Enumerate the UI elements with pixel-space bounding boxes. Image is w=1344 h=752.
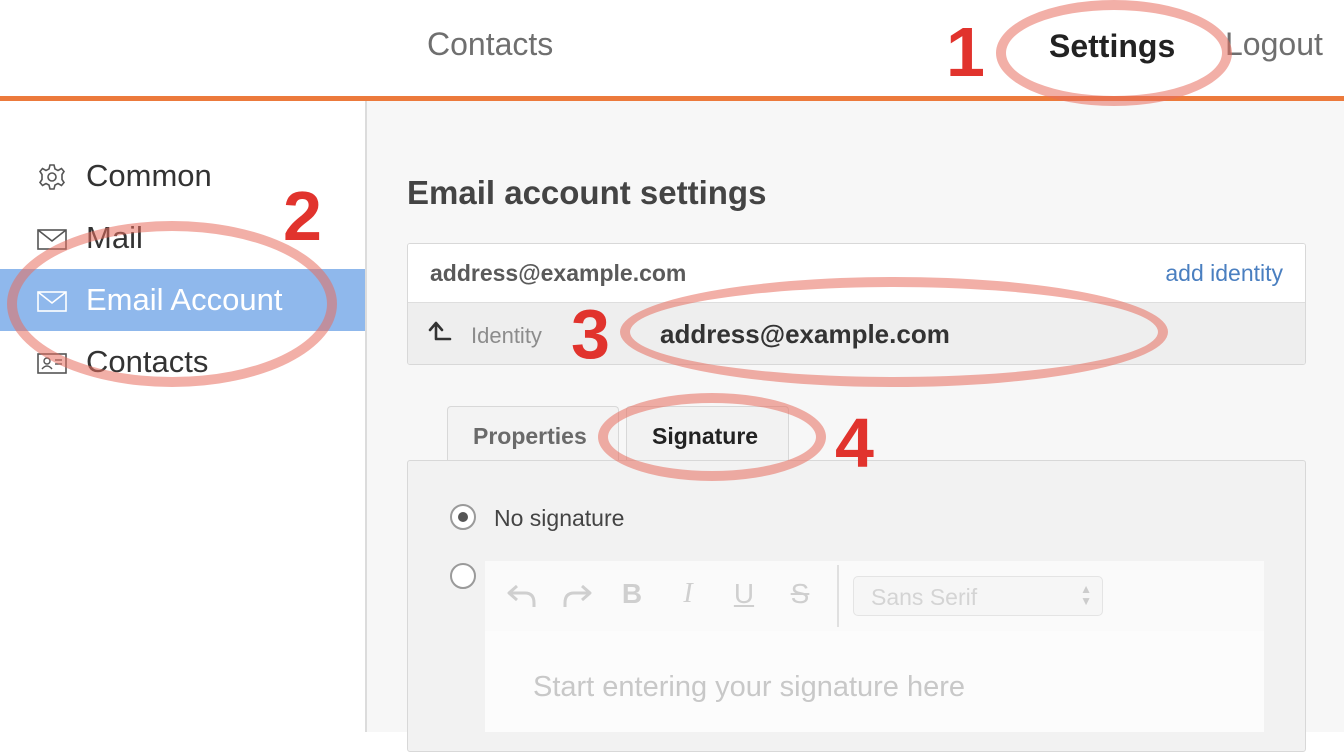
envelope-icon [36, 225, 68, 253]
account-address: address@example.com [430, 260, 687, 286]
sidebar-item-label: Email Account [86, 282, 283, 317]
underline-button[interactable]: U [729, 578, 759, 614]
select-arrows-icon: ▲ ▼ [1080, 582, 1092, 608]
font-family-value: Sans Serif [871, 584, 978, 610]
tab-properties[interactable]: Properties [447, 406, 619, 463]
envelope-icon [36, 287, 68, 315]
custom-signature-radio[interactable] [450, 563, 476, 589]
sidebar-item-label: Contacts [86, 344, 209, 379]
sidebar-item-email-account[interactable]: Email Account [0, 269, 365, 331]
account-row: address@example.com add identity [408, 244, 1305, 303]
nav-settings-link[interactable]: Settings [1049, 28, 1175, 65]
contact-card-icon [36, 349, 68, 377]
identity-label: Identity [471, 323, 542, 348]
undo-icon[interactable] [505, 578, 539, 614]
sidebar-item-label: Common [86, 158, 212, 193]
no-signature-label: No signature [494, 505, 625, 531]
identity-address: address@example.com [660, 319, 950, 349]
bold-button[interactable]: B [617, 578, 647, 614]
nav-logout-link[interactable]: Logout [1225, 26, 1323, 63]
sidebar-item-label: Mail [86, 220, 143, 255]
annotation-number-3: 3 [571, 295, 610, 373]
account-panel: address@example.com add identity Identit… [407, 243, 1306, 365]
identity-row[interactable]: Identity address@example.com [408, 303, 1305, 364]
top-navigation: Contacts Settings Logout [0, 0, 1344, 96]
annotation-number-1: 1 [946, 13, 985, 91]
tab-label: Signature [652, 423, 759, 449]
gear-icon [36, 163, 68, 191]
page-title: Email account settings [407, 174, 767, 211]
add-identity-link[interactable]: add identity [1165, 260, 1283, 287]
sidebar-item-contacts[interactable]: Contacts [0, 331, 365, 393]
annotation-number-2: 2 [283, 177, 322, 255]
return-arrow-icon [426, 319, 454, 347]
signature-placeholder: Start entering your signature here [533, 671, 966, 703]
redo-icon[interactable] [560, 578, 594, 614]
tab-signature[interactable]: Signature [626, 406, 789, 463]
annotation-number-4: 4 [835, 404, 874, 482]
tab-label: Properties [473, 423, 587, 449]
font-family-select[interactable]: Sans Serif ▲ ▼ [853, 576, 1103, 616]
strikethrough-button[interactable]: S [785, 578, 815, 614]
nav-contacts-link[interactable]: Contacts [427, 26, 553, 63]
no-signature-radio[interactable] [450, 504, 476, 530]
toolbar-divider [837, 565, 839, 627]
italic-button[interactable]: I [673, 578, 703, 614]
